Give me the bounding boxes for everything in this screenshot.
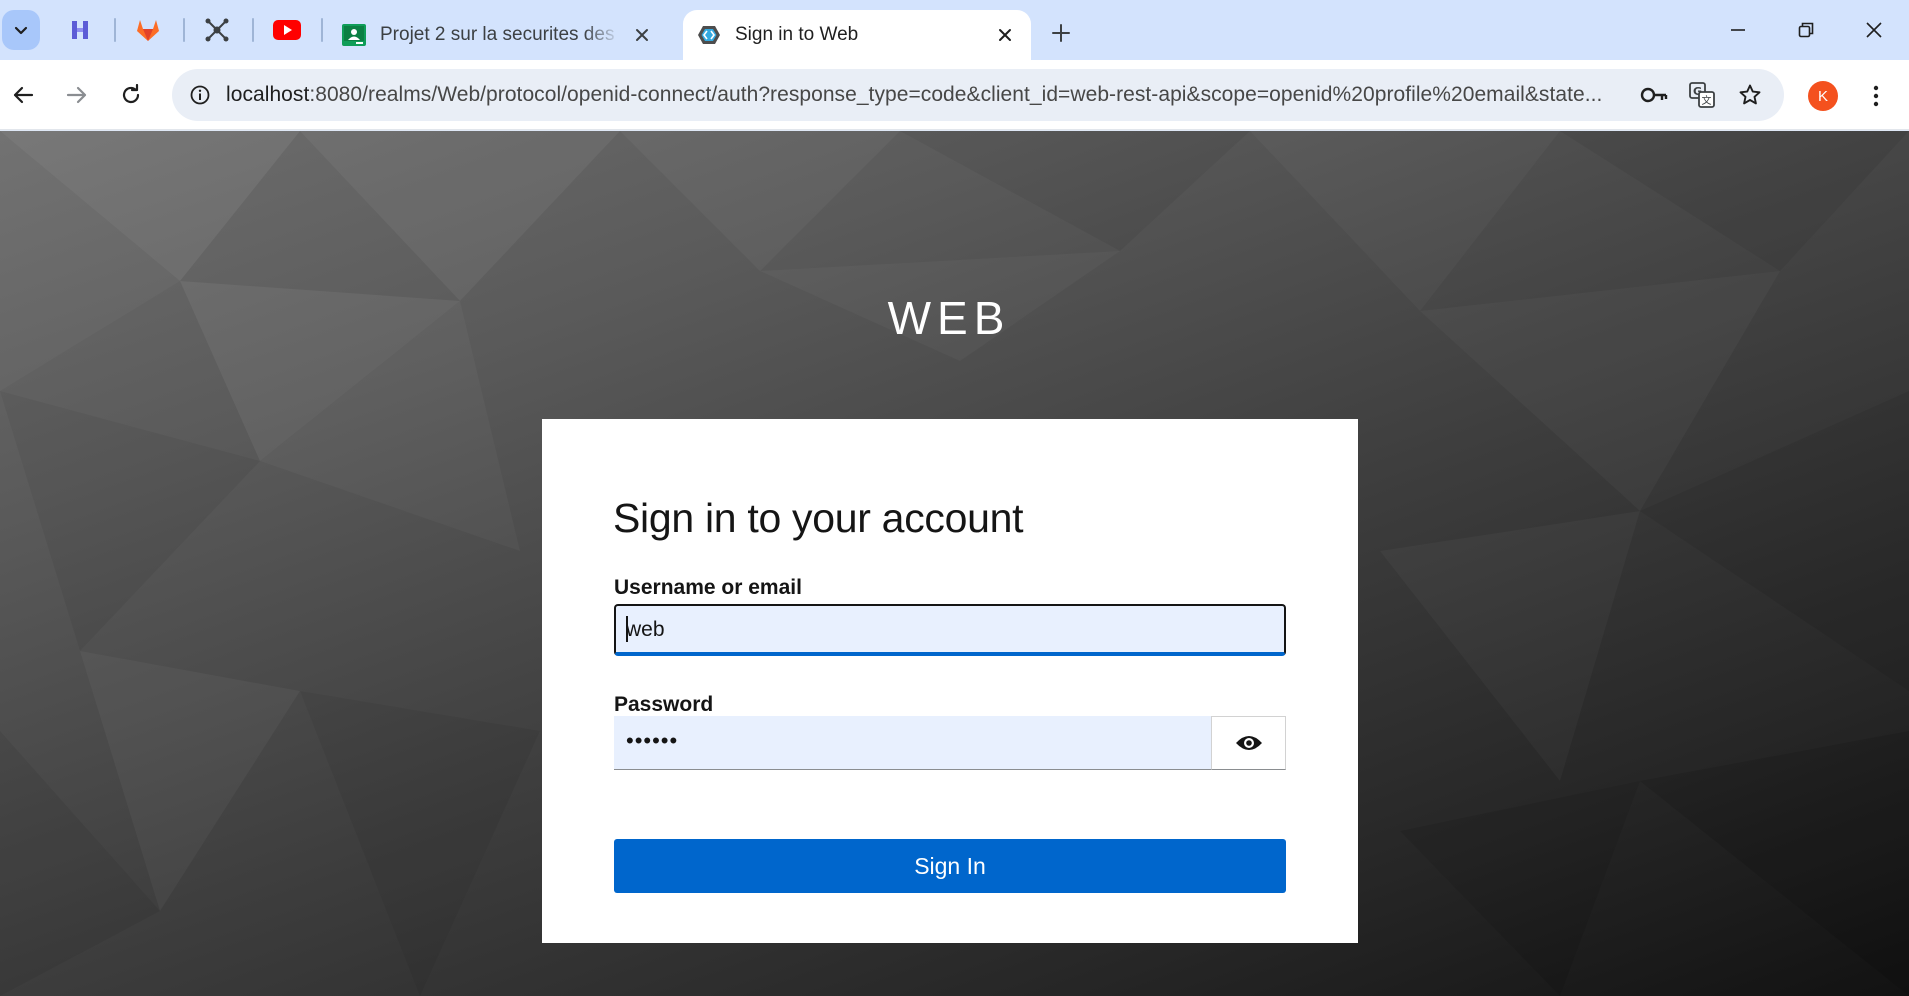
close-icon [1866,22,1882,38]
site-info-icon[interactable] [182,77,218,113]
bookmark-star-icon[interactable] [1732,77,1768,113]
login-card: Sign in to your account Username or emai… [542,419,1358,943]
close-icon[interactable] [993,23,1017,47]
tab-separator [252,18,254,42]
profile-avatar[interactable]: K [1808,81,1838,111]
svg-text:文: 文 [1702,94,1712,107]
close-icon[interactable] [630,23,654,47]
pinned-tab-2[interactable] [129,12,167,48]
reload-button[interactable] [111,75,151,115]
arrow-right-icon [66,86,87,104]
minimize-icon [1731,29,1745,31]
translate-icon[interactable]: G文 [1684,77,1720,113]
new-tab-button[interactable] [1044,16,1078,50]
keycloak-icon [697,23,721,47]
more-vert-icon [1873,85,1879,107]
back-button[interactable] [3,75,43,115]
youtube-icon [273,20,301,40]
pinned-tab-4[interactable] [268,12,306,48]
gitlab-icon [137,20,159,41]
tab-strip: Projet 2 sur la securites des applicatio… [0,0,1909,60]
show-password-button[interactable] [1211,716,1286,770]
reload-icon [122,84,140,104]
eye-icon [1235,736,1262,750]
minimize-button[interactable] [1704,8,1772,52]
tab-projet[interactable]: Projet 2 sur la securites des applicatio… [328,10,668,60]
url-host: localhost [226,83,310,106]
forward-button[interactable] [57,75,97,115]
url-text[interactable]: localhost:8080/realms/Web/protocol/openi… [226,83,1626,107]
plus-icon [1052,24,1070,42]
window-close-button[interactable] [1840,8,1908,52]
url-path: :8080/realms/Web/protocol/openid-connect… [309,83,1603,106]
tab-separator [183,18,185,42]
restore-button[interactable] [1772,8,1840,52]
profile-initial: K [1817,87,1828,105]
password-label: Password [614,693,714,716]
tab-title: Sign in to Web [735,24,859,45]
username-value: web [626,618,665,641]
username-input[interactable]: web [614,604,1286,656]
arrow-left-icon [13,86,34,104]
h-logo-icon [72,21,88,39]
restore-icon [1798,22,1814,38]
key-icon[interactable] [1636,77,1672,113]
browser-menu-button[interactable] [1862,77,1890,115]
login-page: WEB Sign in to your account Username or … [0,131,1909,996]
password-value: •••••• [626,728,679,753]
tab-title: Projet 2 sur la securites des applicatio… [380,24,620,45]
username-label: Username or email [614,576,802,599]
tab-separator [321,18,323,42]
pinned-tab-1[interactable] [61,12,99,48]
page-title: Sign in to your account [613,495,1024,541]
tab-separator [114,18,116,42]
tab-sign-in[interactable]: Sign in to Web [683,10,1031,60]
google-classroom-icon [342,23,366,47]
chevron-down-icon [14,26,28,35]
pinned-tab-3[interactable] [198,12,236,48]
sign-in-button[interactable]: Sign In [614,839,1286,893]
network-icon [205,18,229,42]
address-bar[interactable]: localhost:8080/realms/Web/protocol/openi… [172,69,1784,121]
tab-search-button[interactable] [2,10,40,50]
realm-brand: WEB [887,292,1011,344]
password-input[interactable]: •••••• [614,716,1211,770]
browser-toolbar: localhost:8080/realms/Web/protocol/openi… [0,60,1909,130]
